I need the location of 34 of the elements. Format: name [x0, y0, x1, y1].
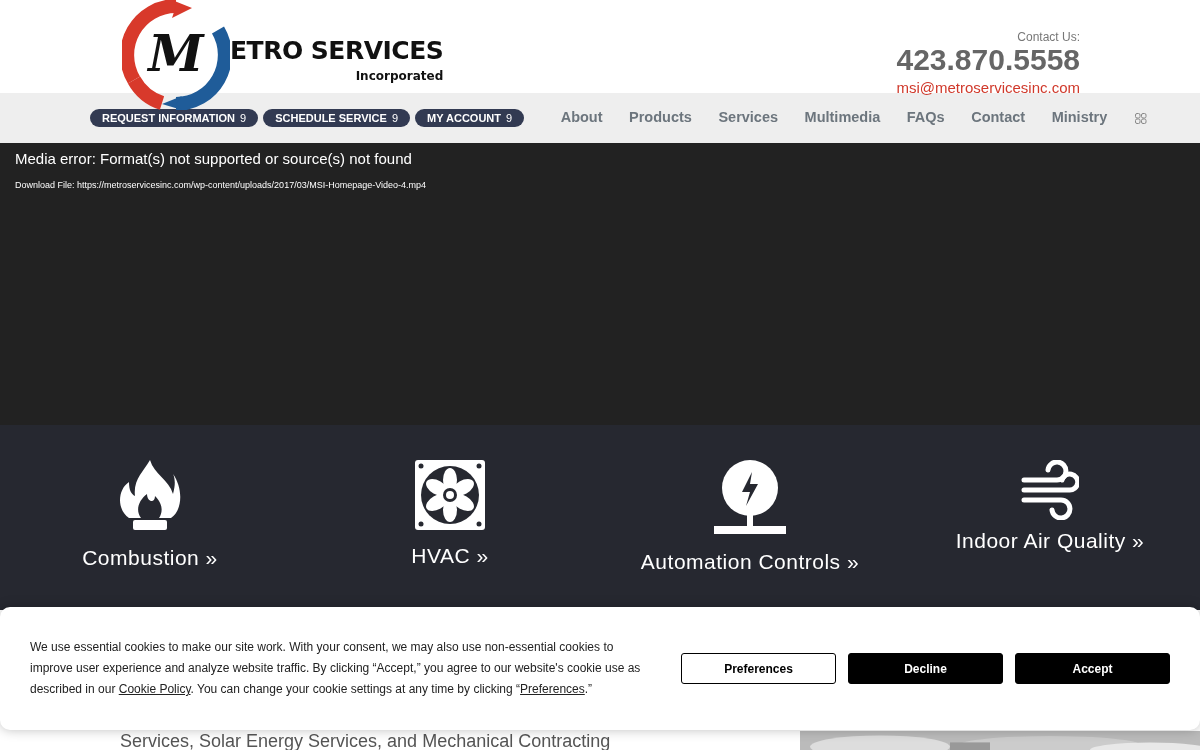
- nav-link[interactable]: FAQs: [906, 107, 945, 129]
- download-file-text: Download File: https://metroservicesinc.com/wp-content/uploads/2017/03/MSI-Homepage-Video-4.mp4: [15, 178, 428, 192]
- phone-number: 423.870.5558: [896, 44, 1080, 76]
- nav-link[interactable]: About: [560, 107, 603, 129]
- nav-link[interactable]: Contact: [971, 107, 1026, 129]
- logo-tagline: Incorporated: [354, 68, 444, 85]
- cookie-policy-link[interactable]: Cookie Policy: [118, 682, 191, 696]
- contact-label: Contact Us:: [1016, 31, 1080, 45]
- nav-link[interactable]: Ministry: [1051, 107, 1108, 129]
- nav-link[interactable]: Multimedia: [804, 107, 881, 129]
- cookie-button[interactable]: Accept: [1015, 653, 1170, 684]
- cookie-button[interactable]: Preferences: [681, 653, 836, 684]
- media-error-message: Media error: Format(s) not supported or source(s) not found: [15, 149, 413, 169]
- fan-icon: [415, 460, 485, 530]
- service-link[interactable]: Automation Controls »: [640, 546, 860, 578]
- flame-icon: [119, 460, 181, 530]
- nav-link[interactable]: Products: [629, 107, 692, 129]
- nav-link[interactable]: Services: [718, 107, 779, 129]
- action-button[interactable]: REQUEST INFORMATION 9: [90, 109, 259, 127]
- service-link[interactable]: Indoor Air Quality »: [955, 525, 1145, 557]
- logo-name: ETRO SERVICES: [230, 38, 444, 63]
- cookie-notice-text: We use essential cookies to make our site work. With your consent, we may also use non-essential cookies to improve user experience and analyze website traffic. By clicking “Accept,” you agree to our website's cookie use as described in our Cookie Policy. You can change your cookie settings at any time by clicking “Preferences.”: [30, 639, 642, 698]
- action-button[interactable]: SCHEDULE SERVICE 9: [263, 109, 411, 127]
- service-link[interactable]: Combustion »: [82, 542, 218, 574]
- email-link[interactable]: msi@metroservicesinc.com: [896, 78, 1080, 96]
- wind-icon: [1021, 460, 1079, 520]
- power-bolt-icon: [714, 460, 786, 534]
- preferences-link[interactable]: Preferences: [520, 682, 585, 696]
- service-link[interactable]: HVAC »: [411, 540, 489, 572]
- logo-letter: M: [148, 29, 204, 79]
- cookie-button[interactable]: Decline: [848, 653, 1003, 684]
- grid-icon[interactable]: [1135, 112, 1148, 124]
- action-button[interactable]: MY ACCOUNT 9: [415, 109, 525, 127]
- page-heading: Services, Solar Energy Services, and Mechanical Contracting: [120, 732, 611, 750]
